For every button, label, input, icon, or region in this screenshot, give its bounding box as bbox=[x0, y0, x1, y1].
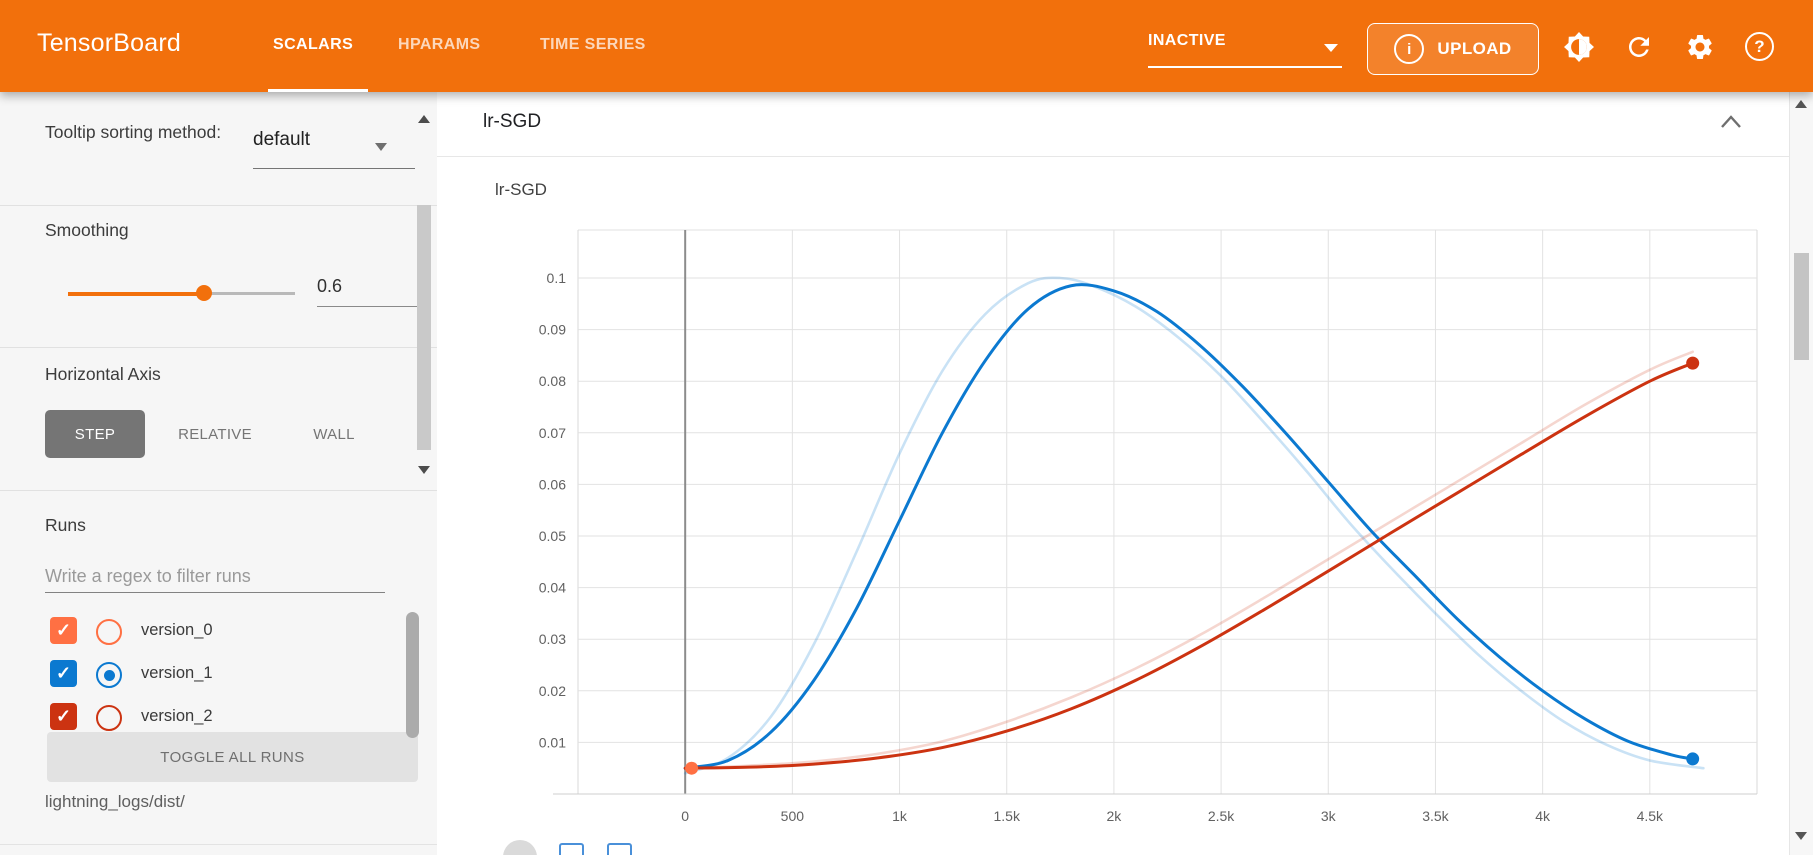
run-radio[interactable] bbox=[96, 619, 122, 645]
log-directory: lightning_logs/dist/ bbox=[45, 792, 185, 812]
smoothing-slider[interactable] bbox=[68, 283, 295, 303]
run-name: version_1 bbox=[141, 664, 213, 683]
svg-text:2k: 2k bbox=[1107, 808, 1123, 824]
svg-text:0.1: 0.1 bbox=[547, 270, 567, 286]
run-checkbox[interactable]: ✓ bbox=[50, 703, 77, 730]
chevron-down-icon bbox=[1324, 44, 1338, 52]
run-radio[interactable] bbox=[96, 705, 122, 731]
help-icon[interactable]: ? bbox=[1745, 32, 1775, 62]
settings-scrollbar-thumb[interactable] bbox=[417, 205, 431, 450]
svg-text:0: 0 bbox=[681, 808, 689, 824]
run-checkbox[interactable]: ✓ bbox=[50, 660, 77, 687]
scalar-line-chart[interactable]: 0.01 0.02 0.03 0.04 0.05 0.06 0.07 0.08 0.09 0.1 0… bbox=[537, 222, 1777, 830]
upload-button-label: UPLOAD bbox=[1437, 39, 1511, 59]
tab-scalars[interactable]: SCALARS bbox=[273, 36, 353, 54]
toggle-all-runs-button[interactable]: TOGGLE ALL RUNS bbox=[47, 732, 418, 782]
axis-button-step[interactable]: STEP bbox=[45, 410, 145, 458]
chart-group-title: lr-SGD bbox=[483, 111, 541, 133]
radio-selected-dot bbox=[104, 670, 115, 681]
svg-text:0.04: 0.04 bbox=[539, 580, 566, 596]
svg-text:3k: 3k bbox=[1321, 808, 1337, 824]
main-content: lr-SGD lr-SGD 0.010.020.030.040.050.060.… bbox=[437, 92, 1790, 855]
run-row-version-1[interactable]: ✓ version_1 bbox=[45, 654, 375, 694]
tooltip-sorting-label: Tooltip sorting method: bbox=[45, 120, 230, 145]
horizontal-axis-label: Horizontal Axis bbox=[45, 364, 161, 385]
svg-text:500: 500 bbox=[781, 808, 805, 824]
runs-filter-input[interactable] bbox=[45, 560, 385, 593]
tab-time-series[interactable]: TIME SERIES bbox=[540, 36, 646, 54]
tensorboard-app: TensorBoard SCALARS HPARAMS TIME SERIES … bbox=[0, 0, 1813, 855]
brightness-icon[interactable] bbox=[1564, 32, 1594, 62]
status-dropdown[interactable]: INACTIVE bbox=[1148, 32, 1342, 68]
run-name: version_2 bbox=[141, 707, 213, 726]
runs-scrollbar-thumb[interactable] bbox=[406, 612, 419, 738]
settings-icon[interactable] bbox=[1685, 32, 1715, 62]
app-header: TensorBoard SCALARS HPARAMS TIME SERIES … bbox=[0, 0, 1813, 92]
upload-button[interactable]: i UPLOAD bbox=[1367, 23, 1539, 75]
axis-button-wall[interactable]: WALL bbox=[294, 410, 374, 458]
help-glyph: ? bbox=[1745, 32, 1774, 61]
svg-text:3.5k: 3.5k bbox=[1422, 808, 1449, 824]
refresh-icon[interactable] bbox=[1624, 32, 1654, 62]
svg-text:0.03: 0.03 bbox=[539, 631, 566, 647]
run-checkbox[interactable]: ✓ bbox=[50, 617, 77, 644]
divider bbox=[0, 205, 437, 206]
svg-text:2.5k: 2.5k bbox=[1208, 808, 1235, 824]
svg-text:0.01: 0.01 bbox=[539, 734, 566, 750]
scroll-down-icon[interactable] bbox=[1795, 832, 1807, 840]
run-radio[interactable] bbox=[96, 662, 122, 688]
svg-text:0.02: 0.02 bbox=[539, 683, 566, 699]
chart-toolbar-fit-icon[interactable] bbox=[559, 843, 584, 855]
run-name: version_0 bbox=[141, 621, 213, 640]
active-tab-underline bbox=[268, 89, 368, 92]
svg-text:0.06: 0.06 bbox=[539, 476, 566, 492]
run-row-version-2[interactable]: ✓ version_2 bbox=[45, 697, 375, 737]
divider bbox=[0, 490, 437, 491]
svg-text:0.05: 0.05 bbox=[539, 528, 566, 544]
run-row-version-0[interactable]: ✓ version_0 bbox=[45, 611, 375, 651]
slider-thumb[interactable] bbox=[196, 285, 212, 301]
svg-text:0.08: 0.08 bbox=[539, 373, 566, 389]
tooltip-sorting-value: default bbox=[253, 129, 310, 150]
chart-title: lr-SGD bbox=[495, 180, 547, 200]
app-logo: TensorBoard bbox=[37, 29, 181, 58]
chart-toolbar-expand-icon[interactable] bbox=[607, 843, 632, 855]
axis-button-relative[interactable]: RELATIVE bbox=[160, 410, 270, 458]
info-icon: i bbox=[1394, 34, 1424, 64]
divider bbox=[0, 844, 437, 845]
collapse-chevron-icon[interactable] bbox=[1719, 114, 1743, 135]
chevron-down-icon bbox=[375, 143, 387, 151]
status-label: INACTIVE bbox=[1148, 32, 1226, 49]
runs-label: Runs bbox=[45, 515, 86, 536]
chart-toolbar-button[interactable] bbox=[503, 840, 537, 855]
scroll-up-icon[interactable] bbox=[418, 115, 430, 123]
smoothing-value-field[interactable]: 0.6 bbox=[317, 274, 418, 307]
smoothing-label: Smoothing bbox=[45, 220, 129, 241]
window-scrollbar[interactable] bbox=[1789, 92, 1813, 855]
slider-fill bbox=[68, 292, 204, 296]
tab-hparams[interactable]: HPARAMS bbox=[398, 36, 481, 54]
scroll-down-icon[interactable] bbox=[418, 466, 430, 474]
svg-text:0.09: 0.09 bbox=[539, 322, 566, 338]
scroll-up-icon[interactable] bbox=[1795, 100, 1807, 108]
divider bbox=[0, 347, 437, 348]
tooltip-sorting-select[interactable]: default bbox=[253, 129, 415, 169]
svg-text:4.5k: 4.5k bbox=[1637, 808, 1664, 824]
sidebar: Tooltip sorting method: default Smoothin… bbox=[0, 92, 437, 855]
svg-text:4k: 4k bbox=[1535, 808, 1551, 824]
svg-text:1k: 1k bbox=[892, 808, 908, 824]
window-scrollbar-thumb[interactable] bbox=[1794, 253, 1809, 360]
svg-text:1.5k: 1.5k bbox=[993, 808, 1020, 824]
svg-text:0.07: 0.07 bbox=[539, 425, 566, 441]
chart-group-header[interactable]: lr-SGD bbox=[437, 92, 1790, 157]
